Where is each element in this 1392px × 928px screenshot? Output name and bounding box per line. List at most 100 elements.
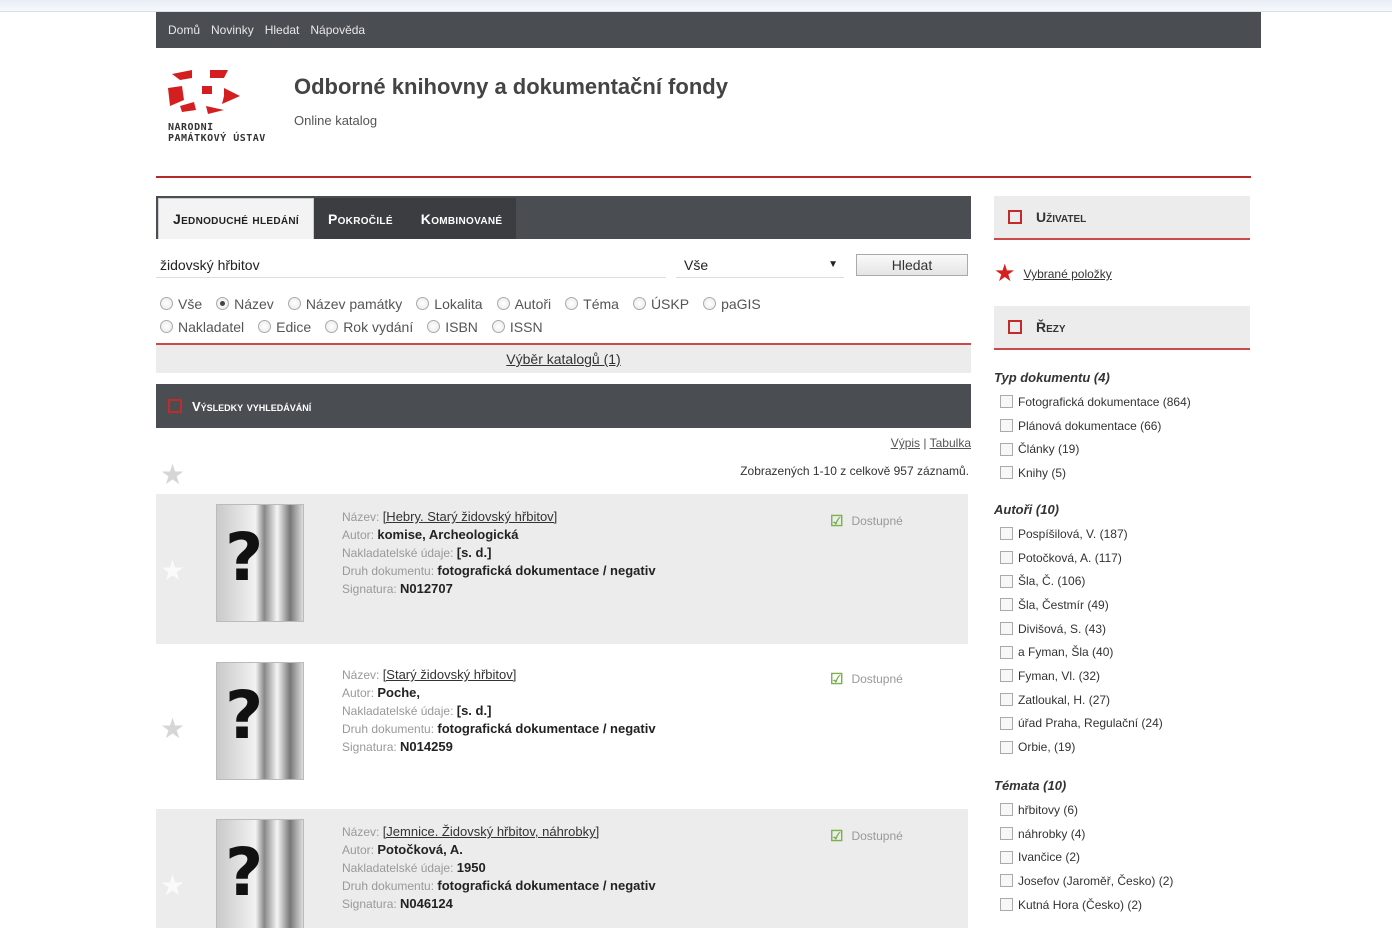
result-publisher: 1950 xyxy=(456,860,486,875)
available-check-icon: ☑ xyxy=(830,513,844,530)
favorites-link[interactable]: Vybrané položky xyxy=(1024,267,1112,281)
facet-option[interactable]: Knihy (5) xyxy=(994,461,1250,485)
radio-publisher[interactable]: Nakladatel xyxy=(160,319,244,335)
checkbox-icon xyxy=(1000,827,1013,841)
facet-option[interactable]: Josefov (Jaroměř, Česko) (2) xyxy=(994,869,1250,893)
nav-home-link[interactable]: Domů xyxy=(168,23,200,37)
facet-option[interactable]: úřad Praha, Regulační (24) xyxy=(994,712,1250,736)
section-square-icon xyxy=(1008,210,1022,224)
view-list-link[interactable]: Výpis xyxy=(891,436,920,450)
result-thumbnail[interactable]: ? xyxy=(216,504,304,622)
checkbox-icon xyxy=(1000,622,1013,636)
facet-option[interactable]: Fotografická dokumentace (864) xyxy=(994,390,1250,414)
radio-isbn[interactable]: ISBN xyxy=(427,319,478,335)
radio-all[interactable]: Vše xyxy=(160,296,202,312)
checkbox-icon xyxy=(1000,803,1013,817)
result-author: komise, Archeologická xyxy=(377,527,519,542)
result-doctype: fotografická dokumentace / negativ xyxy=(437,721,656,736)
nav-help-link[interactable]: Nápověda xyxy=(310,23,365,37)
facet-option[interactable]: Pospíšilová, V. (187) xyxy=(994,522,1250,546)
facet-option[interactable]: Potočková, A. (117) xyxy=(994,546,1250,570)
catalog-selection-link[interactable]: Výběr katalogů (1) xyxy=(506,351,620,367)
radio-authors[interactable]: Autoři xyxy=(496,296,551,312)
facets-panel-title: Řezy xyxy=(1036,319,1066,335)
search-scope-select[interactable]: Vše ▼ xyxy=(676,252,844,278)
radio-title[interactable]: Název xyxy=(216,296,274,312)
radio-year[interactable]: Rok vydání xyxy=(325,319,413,335)
facet-option[interactable]: Články (19) xyxy=(994,437,1250,461)
result-thumbnail[interactable]: ? xyxy=(216,819,304,928)
search-input[interactable] xyxy=(156,252,666,278)
facet-heading: Autoři (10) xyxy=(994,502,1059,517)
result-item: ★ ? Název: [Jemnice. Židovský hřbitov, n… xyxy=(156,809,968,928)
result-item: ★ ? Název: [Hebry. Starý židovský hřbito… xyxy=(156,494,968,644)
logo-text: NÁRODNÍ PAMÁTKOVÝ ÚSTAV xyxy=(168,122,266,144)
result-publisher: [s. d.] xyxy=(456,703,492,718)
facet-option[interactable]: Zatloukal, H. (27) xyxy=(994,688,1250,712)
checkbox-icon xyxy=(1000,740,1013,754)
radio-locality[interactable]: Lokalita xyxy=(416,296,483,312)
radio-icon xyxy=(632,297,646,310)
facet-heading: Témata (10) xyxy=(994,778,1067,793)
result-title-link[interactable]: [Hebry. Starý židovský hřbitov] xyxy=(383,509,558,524)
tab-advanced-search[interactable]: Pokročilé xyxy=(313,198,407,239)
facet-option[interactable]: Šla, Č. (106) xyxy=(994,569,1250,593)
nav-news-link[interactable]: Novinky xyxy=(211,23,254,37)
result-title-link[interactable]: [Starý židovský hřbitov] xyxy=(383,667,517,682)
radio-monument-name[interactable]: Název památky xyxy=(287,296,402,312)
result-metadata: Název: [Hebry. Starý židovský hřbitov] A… xyxy=(342,509,656,596)
favorite-star-icon[interactable]: ★ xyxy=(160,869,185,902)
facet-option[interactable]: Orbie, (19) xyxy=(994,735,1250,759)
result-signature: N046124 xyxy=(400,896,453,911)
facet-option[interactable]: Ivančice (2) xyxy=(994,845,1250,869)
tab-simple-search[interactable]: Jednoduché hledání xyxy=(158,198,314,239)
result-signature: N014259 xyxy=(400,739,453,754)
checkbox-icon xyxy=(1000,419,1013,433)
facet-option[interactable]: Plánová dokumentace (66) xyxy=(994,414,1250,438)
favorite-star-icon[interactable]: ★ xyxy=(160,554,185,587)
result-author: Potočková, A. xyxy=(377,842,463,857)
facet-option[interactable]: Fyman, Vl. (32) xyxy=(994,664,1250,688)
result-metadata: Název: [Starý židovský hřbitov] Autor: P… xyxy=(342,667,656,754)
facet-document-type: Typ dokumentu (4) Fotografická dokumenta… xyxy=(994,366,1250,485)
facet-option[interactable]: a Fyman, Šla (40) xyxy=(994,640,1250,664)
browser-top-band xyxy=(0,0,1392,12)
nav-search-link[interactable]: Hledat xyxy=(265,23,300,37)
top-navigation: Domů Novinky Hledat Nápověda xyxy=(156,12,1261,48)
radio-icon xyxy=(160,320,173,333)
user-panel-header: Uživatel xyxy=(994,196,1250,240)
select-all-star-icon[interactable]: ★ xyxy=(160,458,185,491)
facet-option[interactable]: hřbitovy (6) xyxy=(994,798,1250,822)
tab-combined-search[interactable]: Kombinované xyxy=(406,198,517,239)
placeholder-question-icon: ? xyxy=(225,677,264,754)
view-separator: | xyxy=(923,436,927,450)
checkbox-icon xyxy=(1000,716,1013,730)
view-table-link[interactable]: Tabulka xyxy=(930,436,971,450)
favorite-star-icon[interactable]: ★ xyxy=(160,712,185,745)
radio-issn[interactable]: ISSN xyxy=(491,319,543,335)
checkbox-icon xyxy=(1000,645,1013,659)
search-button[interactable]: Hledat xyxy=(856,254,968,276)
radio-uskp[interactable]: ÚSKP xyxy=(632,296,689,312)
facet-option[interactable]: Šla, Čestmír (49) xyxy=(994,593,1250,617)
result-thumbnail[interactable]: ? xyxy=(216,662,304,780)
catalog-selection-bar: Výběr katalogů (1) xyxy=(156,343,971,373)
result-title-link[interactable]: [Jemnice. Židovský hřbitov, náhrobky] xyxy=(383,824,600,839)
checkbox-icon xyxy=(1000,669,1013,683)
facet-option[interactable]: náhrobky (4) xyxy=(994,822,1250,846)
facet-option[interactable]: Kutná Hora (Česko) (2) xyxy=(994,893,1250,917)
dropdown-arrow-icon: ▼ xyxy=(828,259,838,270)
facet-topics: Témata (10) hřbitovy (6) náhrobky (4) Iv… xyxy=(994,774,1250,916)
user-panel-title: Uživatel xyxy=(1036,209,1087,225)
radio-icon xyxy=(427,320,441,333)
radio-pagis[interactable]: paGIS xyxy=(703,296,761,312)
facet-option[interactable]: Divišová, S. (43) xyxy=(994,617,1250,641)
radio-icon xyxy=(287,297,301,310)
radio-edition[interactable]: Edice xyxy=(258,319,311,335)
radio-icon xyxy=(416,297,430,310)
header-divider xyxy=(156,176,1251,178)
radio-topic[interactable]: Téma xyxy=(565,296,619,312)
radio-icon xyxy=(258,320,272,333)
result-author: Poche, xyxy=(377,685,420,700)
facet-authors: Autoři (10) Pospíšilová, V. (187) Potočk… xyxy=(994,498,1250,759)
